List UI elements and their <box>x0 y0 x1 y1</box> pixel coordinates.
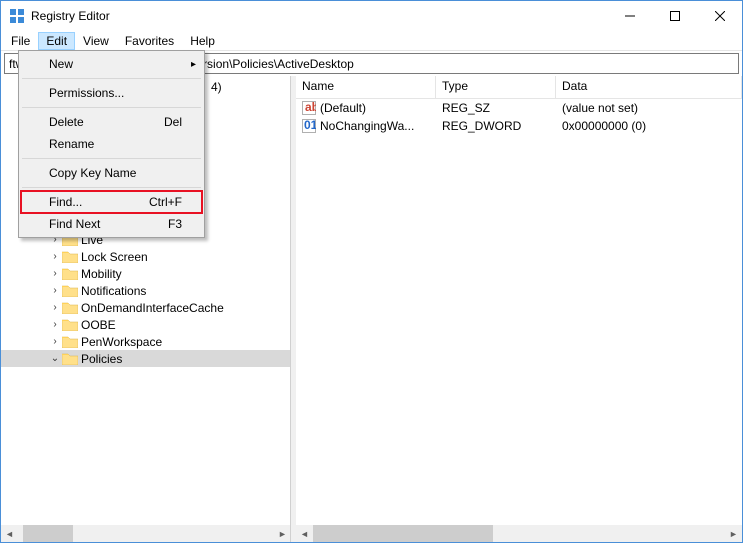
tree-item-policies[interactable]: ⌄ Policies <box>1 350 291 367</box>
tree-item-mobility[interactable]: › Mobility <box>1 265 291 282</box>
scroll-left-icon[interactable]: ◄ <box>1 525 18 542</box>
menu-item-label: Delete <box>49 115 164 129</box>
menu-item-permissions[interactable]: Permissions... <box>21 82 202 104</box>
edit-menu-popup: New Permissions... DeleteDel Rename Copy Key… <box>18 50 205 238</box>
menu-item-find[interactable]: Find...Ctrl+F <box>21 191 202 213</box>
folder-icon <box>62 335 78 348</box>
tree-item-label: Policies <box>81 352 122 366</box>
cell-name: 011 NoChangingWa... <box>296 118 436 134</box>
menu-separator <box>22 78 201 79</box>
menu-help[interactable]: Help <box>182 32 223 50</box>
tree-item-label: OnDemandInterfaceCache <box>81 301 224 315</box>
cell-data: 0x00000000 (0) <box>556 118 742 134</box>
menu-file[interactable]: File <box>3 32 38 50</box>
tree-item-notifications[interactable]: › Notifications <box>1 282 291 299</box>
col-header-type[interactable]: Type <box>436 76 556 98</box>
chevron-right-icon[interactable]: › <box>49 319 61 330</box>
menu-item-new[interactable]: New <box>21 53 202 75</box>
tree-item-label: Mobility <box>81 267 122 281</box>
scroll-right-icon[interactable]: ► <box>274 525 291 542</box>
list-horizontal-scrollbar[interactable]: ◄ ► <box>296 525 742 542</box>
tree-item-oobe[interactable]: › OOBE <box>1 316 291 333</box>
tree-label: 4) <box>211 80 222 94</box>
window-title: Registry Editor <box>31 9 607 23</box>
minimize-button[interactable] <box>607 1 652 31</box>
folder-icon <box>62 267 78 280</box>
tree-item-label: PenWorkspace <box>81 335 162 349</box>
svg-text:ab: ab <box>305 101 316 114</box>
tree-item-ondemandinterfacecache[interactable]: › OnDemandInterfaceCache <box>1 299 291 316</box>
folder-icon <box>62 250 78 263</box>
tree-item-label: Notifications <box>81 284 146 298</box>
menu-item-label: Find Next <box>49 217 168 231</box>
menu-item-shortcut: Ctrl+F <box>149 195 182 209</box>
menu-item-find-next[interactable]: Find NextF3 <box>21 213 202 235</box>
menu-separator <box>22 107 201 108</box>
scroll-left-icon[interactable]: ◄ <box>296 525 313 542</box>
menubar: FileEditViewFavoritesHelp <box>1 31 742 51</box>
list-pane[interactable]: Name Type Data ab (Default) REG_SZ(value n… <box>296 76 742 542</box>
tree-horizontal-scrollbar[interactable]: ◄ ► <box>1 525 291 542</box>
folder-icon <box>62 284 78 297</box>
tree-item-penworkspace[interactable]: › PenWorkspace <box>1 333 291 350</box>
reg-string-icon: ab <box>302 101 316 115</box>
chevron-right-icon[interactable]: › <box>49 302 61 313</box>
list-row[interactable]: 011 NoChangingWa... REG_DWORD0x00000000 (0… <box>296 117 742 135</box>
menu-separator <box>22 158 201 159</box>
svg-text:011: 011 <box>304 119 316 132</box>
col-header-name[interactable]: Name <box>296 76 436 98</box>
value-name: (Default) <box>320 101 366 115</box>
list-body: ab (Default) REG_SZ(value not set) 011 NoCha… <box>296 99 742 135</box>
folder-icon <box>62 318 78 331</box>
list-header: Name Type Data <box>296 76 742 99</box>
menu-edit[interactable]: Edit <box>38 32 75 50</box>
col-header-data[interactable]: Data <box>556 76 742 98</box>
menu-view[interactable]: View <box>75 32 117 50</box>
menu-item-label: Copy Key Name <box>49 166 182 180</box>
titlebar: Registry Editor <box>1 1 742 31</box>
folder-icon <box>62 301 78 314</box>
tree-item-label: OOBE <box>81 318 116 332</box>
menu-item-label: Rename <box>49 137 182 151</box>
chevron-right-icon[interactable]: › <box>49 285 61 296</box>
menu-item-copy-key-name[interactable]: Copy Key Name <box>21 162 202 184</box>
menu-item-delete[interactable]: DeleteDel <box>21 111 202 133</box>
window-controls <box>607 1 742 31</box>
cell-type: REG_DWORD <box>436 118 556 134</box>
menu-item-label: Find... <box>49 195 149 209</box>
menu-item-label: New <box>49 57 182 71</box>
chevron-right-icon[interactable]: › <box>49 251 61 262</box>
cell-name: ab (Default) <box>296 100 436 116</box>
folder-icon <box>62 352 78 365</box>
scroll-thumb[interactable] <box>23 525 73 542</box>
close-button[interactable] <box>697 1 742 31</box>
menu-item-label: Permissions... <box>49 86 182 100</box>
chevron-right-icon[interactable]: › <box>49 268 61 279</box>
chevron-right-icon[interactable]: › <box>49 336 61 347</box>
cell-type: REG_SZ <box>436 100 556 116</box>
scroll-thumb[interactable] <box>313 525 493 542</box>
list-row[interactable]: ab (Default) REG_SZ(value not set) <box>296 99 742 117</box>
value-name: NoChangingWa... <box>320 119 414 133</box>
maximize-button[interactable] <box>652 1 697 31</box>
menu-favorites[interactable]: Favorites <box>117 32 182 50</box>
tree-item-lock-screen[interactable]: › Lock Screen <box>1 248 291 265</box>
app-icon <box>9 8 25 24</box>
reg-dword-icon: 011 <box>302 119 316 133</box>
tree-item-label: Lock Screen <box>81 250 148 264</box>
cell-data: (value not set) <box>556 100 742 116</box>
chevron-down-icon[interactable]: ⌄ <box>49 353 61 364</box>
menu-item-shortcut: F3 <box>168 217 182 231</box>
menu-item-rename[interactable]: Rename <box>21 133 202 155</box>
menu-separator <box>22 187 201 188</box>
scroll-right-icon[interactable]: ► <box>725 525 742 542</box>
menu-item-shortcut: Del <box>164 115 182 129</box>
